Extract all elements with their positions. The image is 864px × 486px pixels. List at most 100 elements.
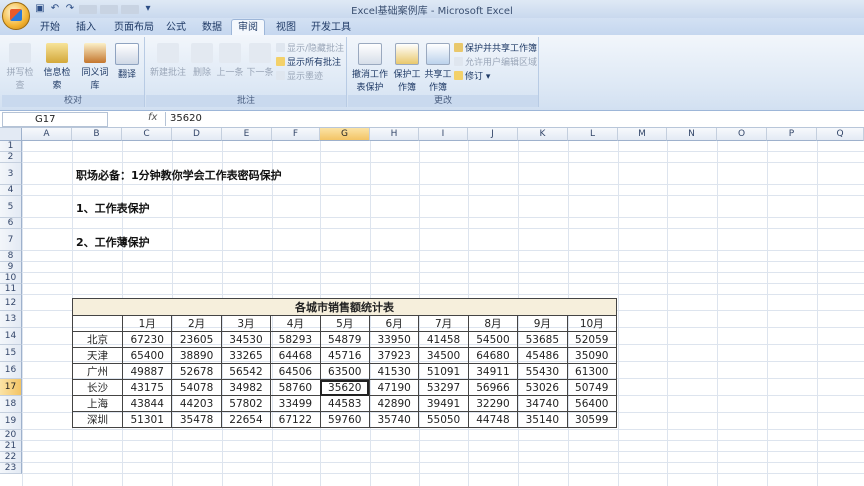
row-header-5[interactable]: 5 xyxy=(0,196,22,218)
sales-cell[interactable]: 67230 xyxy=(121,331,173,348)
sales-cell[interactable]: 52059 xyxy=(566,331,618,348)
column-header-m[interactable]: M xyxy=(618,128,667,141)
sales-cell[interactable]: 55050 xyxy=(418,411,469,428)
column-header-n[interactable]: N xyxy=(667,128,717,141)
row-header-20[interactable]: 20 xyxy=(0,430,22,441)
column-header-l[interactable]: L xyxy=(568,128,618,141)
tab-data[interactable]: 数据 xyxy=(196,20,228,35)
table-header-month[interactable]: 10月 xyxy=(566,315,618,332)
formula-input[interactable]: 35620 xyxy=(170,112,202,125)
city-cell[interactable]: 天津 xyxy=(72,347,123,364)
column-header-b[interactable]: B xyxy=(72,128,122,141)
sales-cell[interactable]: 51091 xyxy=(418,363,469,380)
sales-cell[interactable]: 35740 xyxy=(368,411,420,428)
fx-icon[interactable]: fx xyxy=(148,112,157,123)
row-header-18[interactable]: 18 xyxy=(0,396,22,413)
row-header-9[interactable]: 9 xyxy=(0,262,22,273)
previous-comment-button[interactable]: 上一条 xyxy=(216,43,244,78)
next-comment-button[interactable]: 下一条 xyxy=(246,43,274,78)
sales-cell[interactable]: 55430 xyxy=(517,363,568,380)
show-ink-button[interactable]: 显示墨迹 xyxy=(276,71,323,83)
tab-developer[interactable]: 开发工具 xyxy=(305,20,357,35)
sales-cell[interactable]: 22654 xyxy=(220,411,272,428)
column-header-k[interactable]: K xyxy=(518,128,568,141)
delete-comment-button[interactable]: 删除 xyxy=(190,43,214,78)
table-header-blank[interactable] xyxy=(72,315,123,332)
sales-cell[interactable]: 37923 xyxy=(368,347,420,364)
track-changes-button[interactable]: 修订 ▾ xyxy=(454,71,490,83)
sales-cell[interactable]: 54879 xyxy=(319,331,370,348)
sales-cell[interactable]: 56966 xyxy=(467,379,519,396)
sales-cell[interactable]: 53685 xyxy=(517,331,568,348)
unprotect-sheet-button[interactable]: 撤消工作表保护 xyxy=(350,43,390,93)
table-header-month[interactable]: 8月 xyxy=(467,315,519,332)
spell-check-button[interactable]: 拼写检查 xyxy=(4,43,36,91)
sales-cell[interactable]: 50749 xyxy=(566,379,618,396)
sales-cell[interactable]: 41458 xyxy=(418,331,469,348)
row-header-6[interactable]: 6 xyxy=(0,218,22,229)
allow-edit-ranges-button[interactable]: 允许用户编辑区域 xyxy=(454,57,537,69)
sales-cell[interactable]: 42890 xyxy=(368,395,420,412)
sales-cell[interactable]: 53297 xyxy=(418,379,469,396)
research-button[interactable]: 信息检索 xyxy=(40,43,74,91)
column-header-h[interactable]: H xyxy=(370,128,419,141)
sales-cell[interactable]: 67122 xyxy=(270,411,321,428)
thesaurus-button[interactable]: 同义词库 xyxy=(78,43,112,91)
sales-cell[interactable]: 23605 xyxy=(171,331,222,348)
sales-cell[interactable]: 44203 xyxy=(171,395,222,412)
column-header-p[interactable]: P xyxy=(767,128,817,141)
sheet-item-1[interactable]: 1、工作表保护 xyxy=(76,200,150,216)
row-header-12[interactable]: 12 xyxy=(0,295,22,311)
sales-cell[interactable]: 54078 xyxy=(171,379,222,396)
sales-cell[interactable]: 35478 xyxy=(171,411,222,428)
sales-cell[interactable]: 32290 xyxy=(467,395,519,412)
column-header-q[interactable]: Q xyxy=(817,128,864,141)
sales-cell[interactable]: 59760 xyxy=(319,411,370,428)
sheet-heading[interactable]: 职场必备：1分钟教你学会工作表密码保护 xyxy=(76,167,282,183)
show-all-comments-button[interactable]: 显示所有批注 xyxy=(276,57,341,69)
sales-cell[interactable]: 61300 xyxy=(566,363,618,380)
sales-cell[interactable]: 57802 xyxy=(220,395,272,412)
sales-cell[interactable]: 64680 xyxy=(467,347,519,364)
table-header-month[interactable]: 7月 xyxy=(418,315,469,332)
sales-cell[interactable]: 35620 xyxy=(319,379,370,396)
translate-button[interactable]: 翻译 xyxy=(114,43,140,80)
column-header-g[interactable]: G xyxy=(320,128,370,141)
sales-cell[interactable]: 52678 xyxy=(171,363,222,380)
share-workbook-button[interactable]: 共享工作簿 xyxy=(424,43,452,93)
table-header-month[interactable]: 5月 xyxy=(319,315,370,332)
tab-home[interactable]: 开始 xyxy=(34,20,66,35)
city-cell[interactable]: 深圳 xyxy=(72,411,123,428)
sales-cell[interactable]: 63500 xyxy=(319,363,370,380)
tab-view[interactable]: 视图 xyxy=(270,20,302,35)
sales-cell[interactable]: 44748 xyxy=(467,411,519,428)
row-header-15[interactable]: 15 xyxy=(0,345,22,362)
sales-cell[interactable]: 49887 xyxy=(121,363,173,380)
tab-formulas[interactable]: 公式 xyxy=(160,20,192,35)
sales-cell[interactable]: 64506 xyxy=(270,363,321,380)
column-header-i[interactable]: I xyxy=(419,128,468,141)
sales-cell[interactable]: 45486 xyxy=(517,347,568,364)
column-header-d[interactable]: D xyxy=(172,128,222,141)
row-header-22[interactable]: 22 xyxy=(0,452,22,463)
sales-cell[interactable]: 34911 xyxy=(467,363,519,380)
tab-page-layout[interactable]: 页面布局 xyxy=(108,20,160,35)
sales-cell[interactable]: 56400 xyxy=(566,395,618,412)
column-header-j[interactable]: J xyxy=(468,128,518,141)
sales-cell[interactable]: 44583 xyxy=(319,395,370,412)
row-header-10[interactable]: 10 xyxy=(0,273,22,284)
city-cell[interactable]: 广州 xyxy=(72,363,123,380)
table-header-month[interactable]: 4月 xyxy=(270,315,321,332)
row-header-21[interactable]: 21 xyxy=(0,441,22,452)
sales-cell[interactable]: 35090 xyxy=(566,347,618,364)
sales-cell[interactable]: 41530 xyxy=(368,363,420,380)
sales-cell[interactable]: 33265 xyxy=(220,347,272,364)
sales-cell[interactable]: 54500 xyxy=(467,331,519,348)
tab-review[interactable]: 审阅 xyxy=(231,19,265,35)
city-cell[interactable]: 上海 xyxy=(72,395,123,412)
table-header-month[interactable]: 3月 xyxy=(220,315,272,332)
row-header-2[interactable]: 2 xyxy=(0,152,22,163)
row-header-4[interactable]: 4 xyxy=(0,185,22,196)
row-header-7[interactable]: 7 xyxy=(0,229,22,251)
table-header-month[interactable]: 6月 xyxy=(368,315,420,332)
